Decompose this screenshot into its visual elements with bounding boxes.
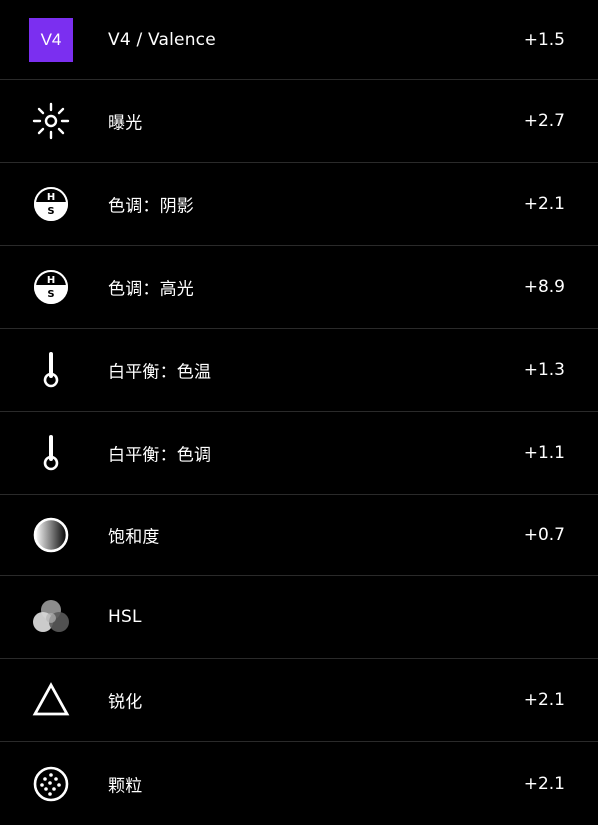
list-item-hsl[interactable]: HSL <box>0 576 598 659</box>
list-item-saturation[interactable]: 饱和度 +0.7 <box>0 495 598 576</box>
item-label: 锐化 <box>108 692 143 713</box>
item-label: 白平衡：色调 <box>108 445 212 466</box>
list-item-wb-tint[interactable]: 白平衡：色调 +1.1 <box>0 412 598 495</box>
adjustments-list: V4 V4 / Valence +1.5 曝光 +2.7 H S 色调：阴影 +… <box>0 0 598 825</box>
item-label: 白平衡：色温 <box>108 362 212 383</box>
item-value: +1.1 <box>523 443 565 463</box>
item-value: +1.3 <box>523 360 565 380</box>
item-label: 曝光 <box>108 113 143 134</box>
sun-icon <box>28 98 74 144</box>
svg-text:H: H <box>47 192 55 203</box>
triangle-icon <box>28 677 74 723</box>
svg-text:S: S <box>47 289 54 300</box>
list-item-sharpen[interactable]: 锐化 +2.1 <box>0 659 598 742</box>
gradient-circle-icon <box>28 512 74 558</box>
item-value: +8.9 <box>523 277 565 297</box>
item-value: +2.1 <box>523 194 565 214</box>
list-item-preset[interactable]: V4 V4 / Valence +1.5 <box>0 0 598 80</box>
item-label: 饱和度 <box>108 527 160 548</box>
list-item-grain[interactable]: 颗粒 +2.1 <box>0 742 598 825</box>
hsl-circles-icon <box>28 594 74 640</box>
item-value: +0.7 <box>523 525 565 545</box>
svg-text:H: H <box>47 275 55 286</box>
item-value: +2.1 <box>523 773 565 794</box>
item-label: HSL <box>108 607 142 627</box>
hs-split-tone-icon: H S <box>28 181 74 227</box>
item-value: +1.5 <box>523 29 565 50</box>
item-label: 色调：阴影 <box>108 196 194 217</box>
item-label: 颗粒 <box>108 776 143 796</box>
hs-split-tone-icon: H S <box>28 264 74 310</box>
list-item-exposure[interactable]: 曝光 +2.7 <box>0 80 598 163</box>
item-value: +2.7 <box>523 111 565 131</box>
thermometer-icon <box>28 430 74 476</box>
svg-text:S: S <box>47 206 54 217</box>
list-item-tone-shadows[interactable]: H S 色调：阴影 +2.1 <box>0 163 598 246</box>
item-label: V4 / Valence <box>108 29 216 50</box>
list-item-tone-highlights[interactable]: H S 色调：高光 +8.9 <box>0 246 598 329</box>
grain-icon <box>28 761 74 807</box>
thermometer-icon <box>28 347 74 393</box>
item-value: +2.1 <box>523 690 565 710</box>
list-item-wb-temperature[interactable]: 白平衡：色温 +1.3 <box>0 329 598 412</box>
item-label: 色调：高光 <box>108 279 194 300</box>
preset-badge-icon: V4 <box>28 17 74 63</box>
preset-badge: V4 <box>29 17 73 62</box>
